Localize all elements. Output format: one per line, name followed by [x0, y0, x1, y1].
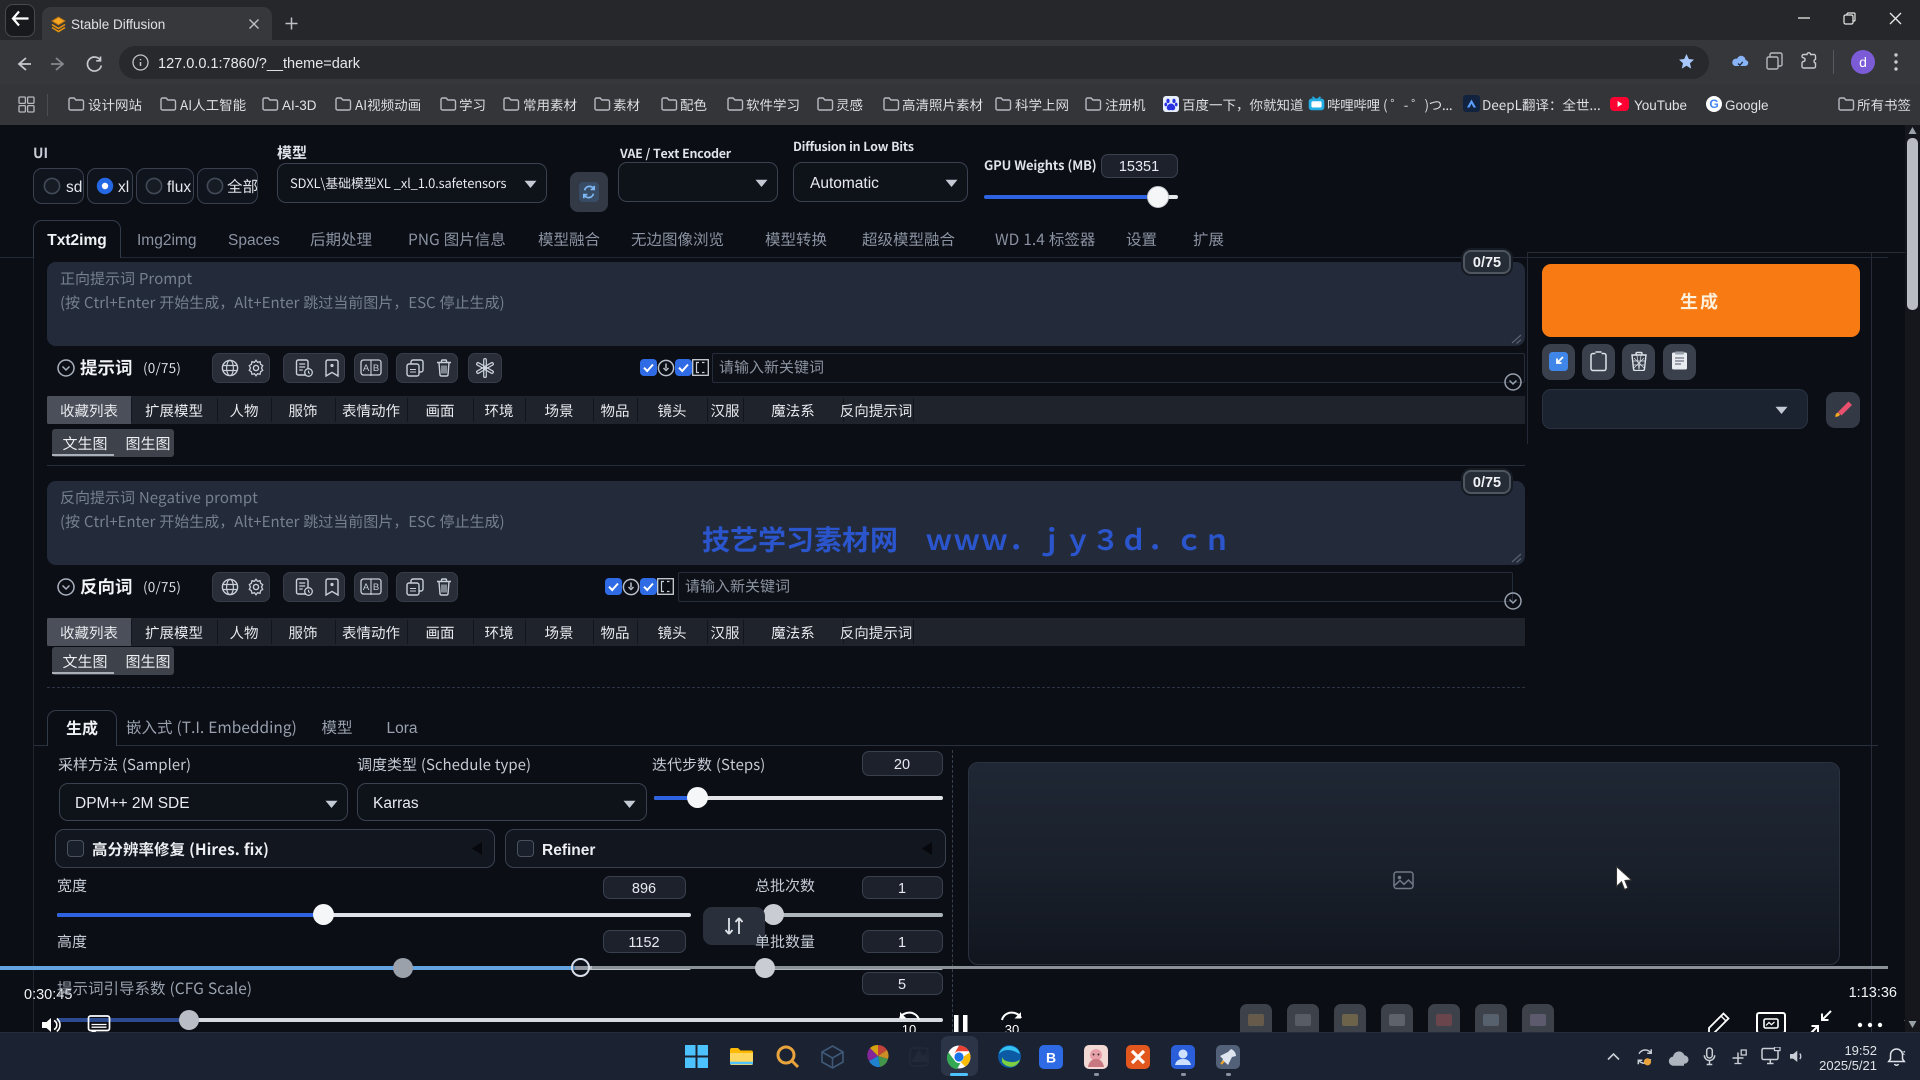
- svg-text:z: z: [1902, 1050, 1906, 1057]
- svg-text:A: A: [363, 582, 370, 593]
- svg-text:B: B: [373, 582, 379, 593]
- svg-text:B: B: [373, 363, 379, 374]
- svg-text:A: A: [363, 363, 370, 374]
- svg-text:G: G: [1709, 97, 1718, 111]
- svg-text:B: B: [1046, 1050, 1056, 1066]
